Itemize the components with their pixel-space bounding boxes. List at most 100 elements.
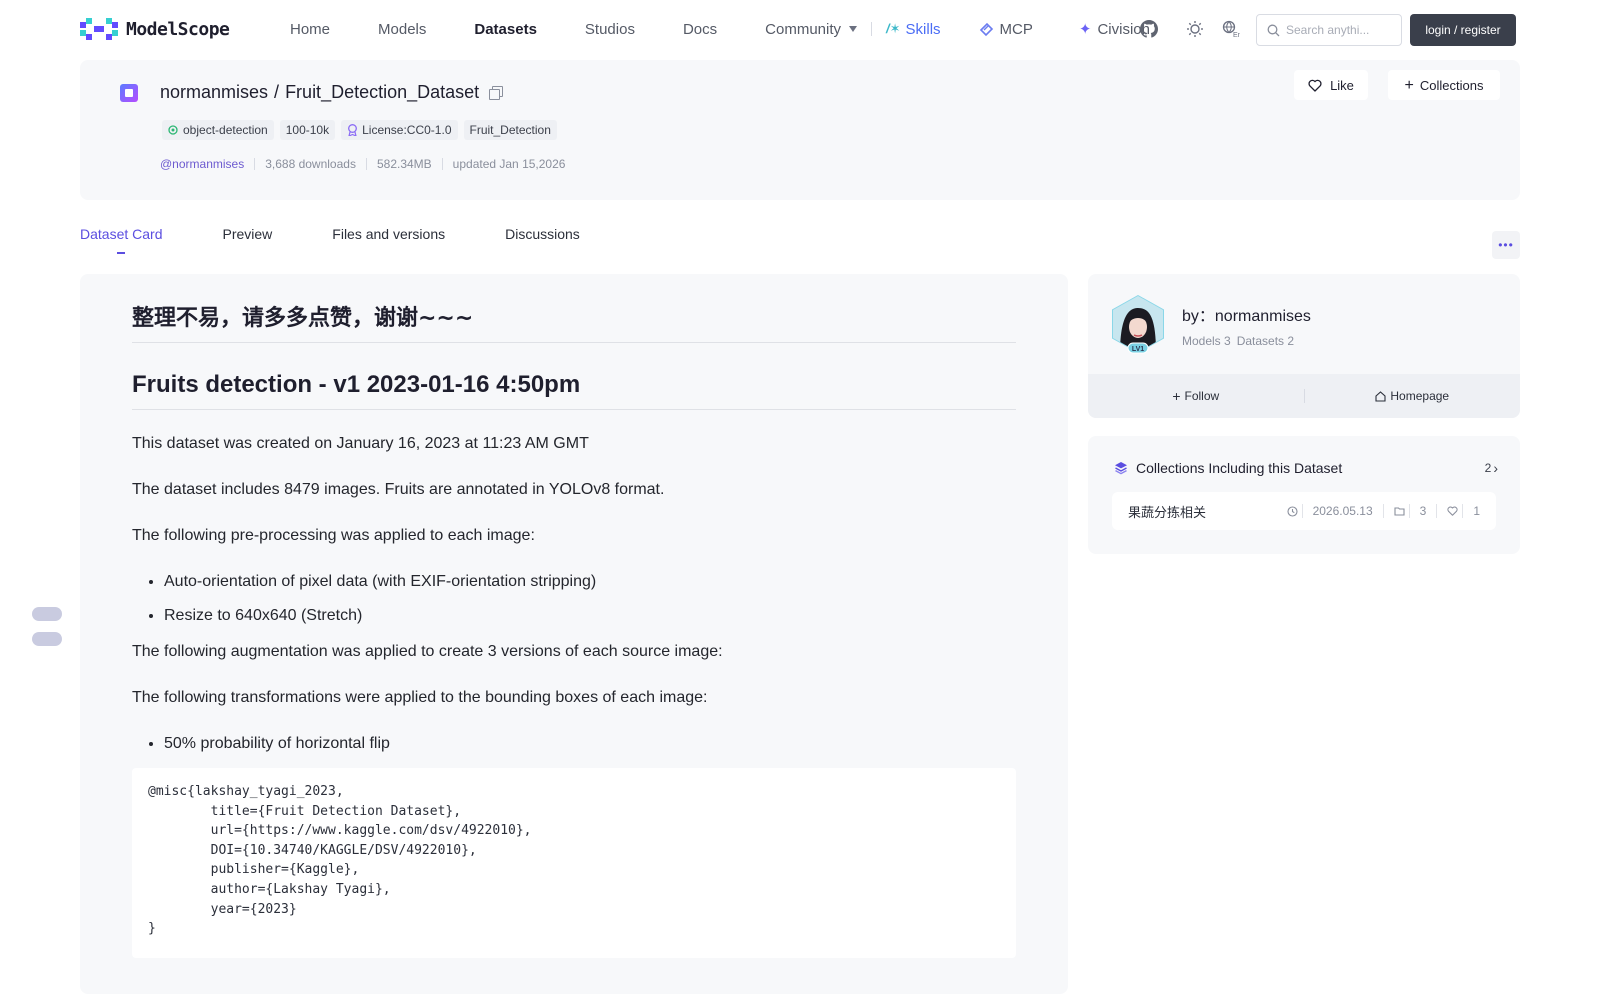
collections-title: Collections Including this Dataset: [1136, 460, 1343, 476]
collection-date-value: 2026.05.13: [1301, 504, 1373, 518]
chevron-down-icon: [849, 26, 858, 32]
collection-item[interactable]: 果蔬分拣相关 2026.05.13 3 1: [1112, 492, 1496, 530]
plus-icon: +: [1404, 76, 1414, 94]
nav-home[interactable]: Home: [290, 21, 330, 38]
follow-button[interactable]: + Follow: [1088, 388, 1304, 404]
main-nav: Home Models Datasets Studios Docs Commun…: [290, 20, 1198, 39]
login-register-button[interactable]: login / register: [1410, 14, 1516, 46]
chevron-right-icon: ›: [1493, 460, 1498, 476]
mcp-icon: [979, 22, 993, 36]
collection-likes-value: 1: [1462, 504, 1480, 518]
heart-icon: [1308, 79, 1322, 92]
card-heading-2: Fruits detection - v1 2023-01-16 4:50pm: [132, 371, 1016, 410]
nav-datasets[interactable]: Datasets: [474, 21, 537, 38]
tag-size[interactable]: 100-10k: [279, 120, 336, 140]
markdown-body: 整理不易，请多多点赞，谢谢~~~ Fruits detection - v1 2…: [132, 294, 1016, 958]
tag-size-label: 100-10k: [285, 123, 330, 137]
github-icon[interactable]: [1140, 20, 1158, 38]
dataset-card-content: 整理不易，请多多点赞，谢谢~~~ Fruits detection - v1 2…: [80, 274, 1068, 994]
collection-item-count: 3: [1382, 504, 1437, 518]
author-datasets-count[interactable]: Datasets 2: [1237, 334, 1294, 348]
tag-topic[interactable]: Fruit_Detection: [463, 120, 557, 140]
plus-icon: +: [1172, 388, 1181, 404]
home-icon: [1375, 390, 1386, 402]
preprocessing-list: Auto-orientation of pixel data (with EXI…: [132, 570, 1016, 628]
like-label: Like: [1330, 77, 1354, 93]
nav-skills-label: Skills: [905, 20, 941, 38]
tab-preview[interactable]: Preview: [222, 226, 272, 242]
dataset-name: Fruit_Detection_Dataset: [285, 82, 480, 102]
homepage-button[interactable]: Homepage: [1305, 389, 1521, 403]
tab-dataset-card[interactable]: Dataset Card: [80, 226, 162, 254]
collections-label: Collections: [1419, 77, 1484, 93]
author-stats: Models 3 Datasets 2: [1182, 334, 1294, 348]
tag-topic-label: Fruit_Detection: [469, 123, 551, 137]
tag-license[interactable]: License:CC0-1.0: [341, 120, 458, 140]
tag-task[interactable]: object-detection: [162, 120, 274, 140]
nav-models[interactable]: Models: [378, 21, 426, 38]
collections-count: 2: [1484, 461, 1492, 475]
title-separator: /: [274, 82, 280, 102]
more-options-button[interactable]: •••: [1492, 231, 1520, 259]
dataset-title: normanmises / Fruit_Detection_Dataset: [160, 82, 504, 103]
sparkle-icon: ✦: [1078, 21, 1092, 38]
dataset-meta: @normanmises 3,688 downloads 582.34MB up…: [160, 158, 575, 170]
card-paragraph-preprocessing: The following pre-processing was applied…: [132, 527, 535, 544]
tab-discussions[interactable]: Discussions: [505, 226, 580, 242]
nav-docs[interactable]: Docs: [683, 21, 717, 38]
dataset-owner[interactable]: normanmises: [160, 82, 268, 103]
author-models-count[interactable]: Models 3: [1182, 334, 1231, 348]
detection-icon: [168, 124, 178, 135]
card-paragraph-created: This dataset was created on January 16, …: [132, 435, 589, 452]
list-item: Auto-orientation of pixel data (with EXI…: [164, 570, 1016, 594]
layers-icon: [1115, 462, 1127, 475]
license-icon: [348, 124, 358, 136]
search-icon: [1267, 24, 1280, 36]
nav-mcp[interactable]: MCP: [979, 21, 1033, 38]
downloads-count: 3,688 downloads: [254, 158, 366, 170]
collection-stats: 2026.05.13 3 1: [1277, 504, 1480, 518]
author-card: LV1 by：normanmises Models 3 Datasets 2 +…: [1088, 274, 1520, 418]
card-paragraph-transformations: The following transformations were appli…: [132, 689, 708, 706]
tab-files-and-versions[interactable]: Files and versions: [332, 226, 445, 242]
list-item: Resize to 640x640 (Stretch): [164, 604, 1016, 628]
dataset-tags: object-detection 100-10k License:CC0-1.0…: [162, 120, 557, 140]
collections-count-link[interactable]: 2 ›: [1485, 460, 1498, 476]
nav-mcp-label: MCP: [999, 20, 1033, 38]
level-badge: LV1: [1132, 346, 1144, 353]
collections-card: Collections Including this Dataset 2 › 果…: [1088, 436, 1520, 554]
folder-icon: [1394, 507, 1405, 516]
list-item: 50% probability of horizontal flip: [164, 732, 1016, 756]
nav-skills[interactable]: /✶ Skills: [886, 21, 941, 38]
more-dots-icon: •••: [1498, 238, 1514, 252]
theme-toggle-icon[interactable]: [1186, 20, 1204, 38]
floating-scroll-handle[interactable]: [32, 607, 62, 621]
author-handle-link[interactable]: @normanmises: [160, 158, 254, 170]
card-paragraph-images: The dataset includes 8479 images. Fruits…: [132, 481, 665, 498]
collection-name: 果蔬分拣相关: [1128, 504, 1207, 520]
language-icon[interactable]: En: [1222, 20, 1240, 38]
top-nav-bar: ModelScope Home Models Datasets Studios …: [0, 0, 1600, 58]
nav-studios[interactable]: Studios: [585, 21, 635, 38]
like-button[interactable]: Like: [1294, 70, 1368, 100]
search-input[interactable]: [1286, 23, 1396, 37]
collection-date: 2026.05.13: [1277, 504, 1383, 518]
updated-date: updated Jan 15,2026: [441, 158, 576, 170]
dataset-tabs: Dataset Card Preview Files and versions …: [80, 226, 640, 254]
citation-code-block[interactable]: @misc{lakshay_tyagi_2023, title={Fruit D…: [132, 768, 1016, 958]
logo-text: ModelScope: [126, 18, 230, 40]
dataset-header-card: normanmises / Fruit_Detection_Dataset ob…: [80, 60, 1520, 200]
transformations-list: 50% probability of horizontal flip: [132, 732, 1016, 756]
copy-icon[interactable]: [489, 86, 504, 100]
floating-scroll-handle[interactable]: [32, 632, 62, 646]
collections-header: Collections Including this Dataset: [1114, 460, 1342, 476]
tag-task-label: object-detection: [183, 123, 268, 137]
logo-mark-icon: [80, 18, 118, 40]
author-name[interactable]: by：normanmises: [1182, 302, 1311, 326]
modelscope-logo[interactable]: ModelScope: [80, 18, 230, 40]
search-box[interactable]: [1256, 14, 1402, 46]
avatar[interactable]: LV1: [1108, 294, 1168, 354]
add-to-collection-button[interactable]: + Collections: [1388, 70, 1500, 100]
nav-divider: [871, 22, 873, 36]
nav-community[interactable]: Community: [765, 21, 858, 38]
